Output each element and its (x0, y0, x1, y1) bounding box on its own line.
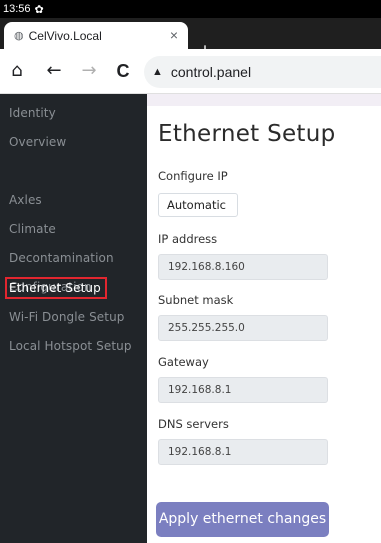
ip-address-label: IP address (158, 232, 218, 246)
main-content: Ethernet Setup Configure IP Automatic IP… (147, 94, 381, 543)
tab-title: CelVivo.Local (28, 28, 102, 43)
gateway-field[interactable]: 192.168.8.1 (158, 377, 328, 403)
configure-ip-label: Configure IP (158, 169, 228, 183)
sidebar-item-overview[interactable]: Overview (9, 135, 66, 149)
clock: 13:56 (3, 3, 31, 15)
ip-address-field[interactable]: 192.168.8.160 (158, 254, 328, 280)
home-icon[interactable]: ⌂ (7, 61, 27, 81)
browser-tab[interactable]: ◍ CelVivo.Local × (4, 22, 188, 49)
reload-icon[interactable]: C (113, 61, 133, 81)
sidebar-item-climate[interactable]: Climate (9, 222, 56, 236)
sidebar-item-decontamination[interactable]: Decontamination (9, 251, 114, 265)
header-strip (147, 94, 381, 106)
selection-highlight (5, 277, 107, 299)
tab-strip: ◍ CelVivo.Local × + (0, 18, 381, 60)
dns-servers-field[interactable]: 192.168.8.1 (158, 439, 328, 465)
dns-servers-label: DNS servers (158, 417, 229, 431)
sidebar-item-axles[interactable]: Axles (9, 193, 42, 207)
gear-icon: ✿ (34, 3, 44, 16)
browser-toolbar: ⌂ ← → C ▲ control.panel (0, 49, 381, 94)
page-title: Ethernet Setup (158, 121, 336, 147)
subnet-mask-label: Subnet mask (158, 293, 234, 307)
address-bar[interactable]: ▲ control.panel (144, 56, 381, 88)
sidebar: Identity Overview Axles Climate Decontam… (0, 94, 147, 543)
back-arrow-icon[interactable]: ← (44, 61, 64, 81)
apply-ethernet-changes-button[interactable]: Apply ethernet changes (156, 502, 329, 537)
url-text: control.panel (170, 64, 252, 80)
configure-ip-select[interactable]: Automatic (158, 193, 238, 217)
gateway-label: Gateway (158, 355, 209, 369)
subnet-mask-field[interactable]: 255.255.255.0 (158, 315, 328, 341)
sidebar-item-local-hotspot-setup[interactable]: Local Hotspot Setup (9, 339, 132, 353)
close-icon[interactable]: × (170, 27, 178, 43)
forward-arrow-icon[interactable]: → (79, 61, 99, 81)
globe-icon: ◍ (14, 30, 24, 42)
sidebar-item-wifi-dongle-setup[interactable]: Wi-Fi Dongle Setup (9, 310, 125, 324)
warning-icon[interactable]: ▲ (152, 66, 163, 78)
status-bar: 13:56 ✿ (0, 0, 381, 18)
sidebar-item-identity[interactable]: Identity (9, 106, 56, 120)
